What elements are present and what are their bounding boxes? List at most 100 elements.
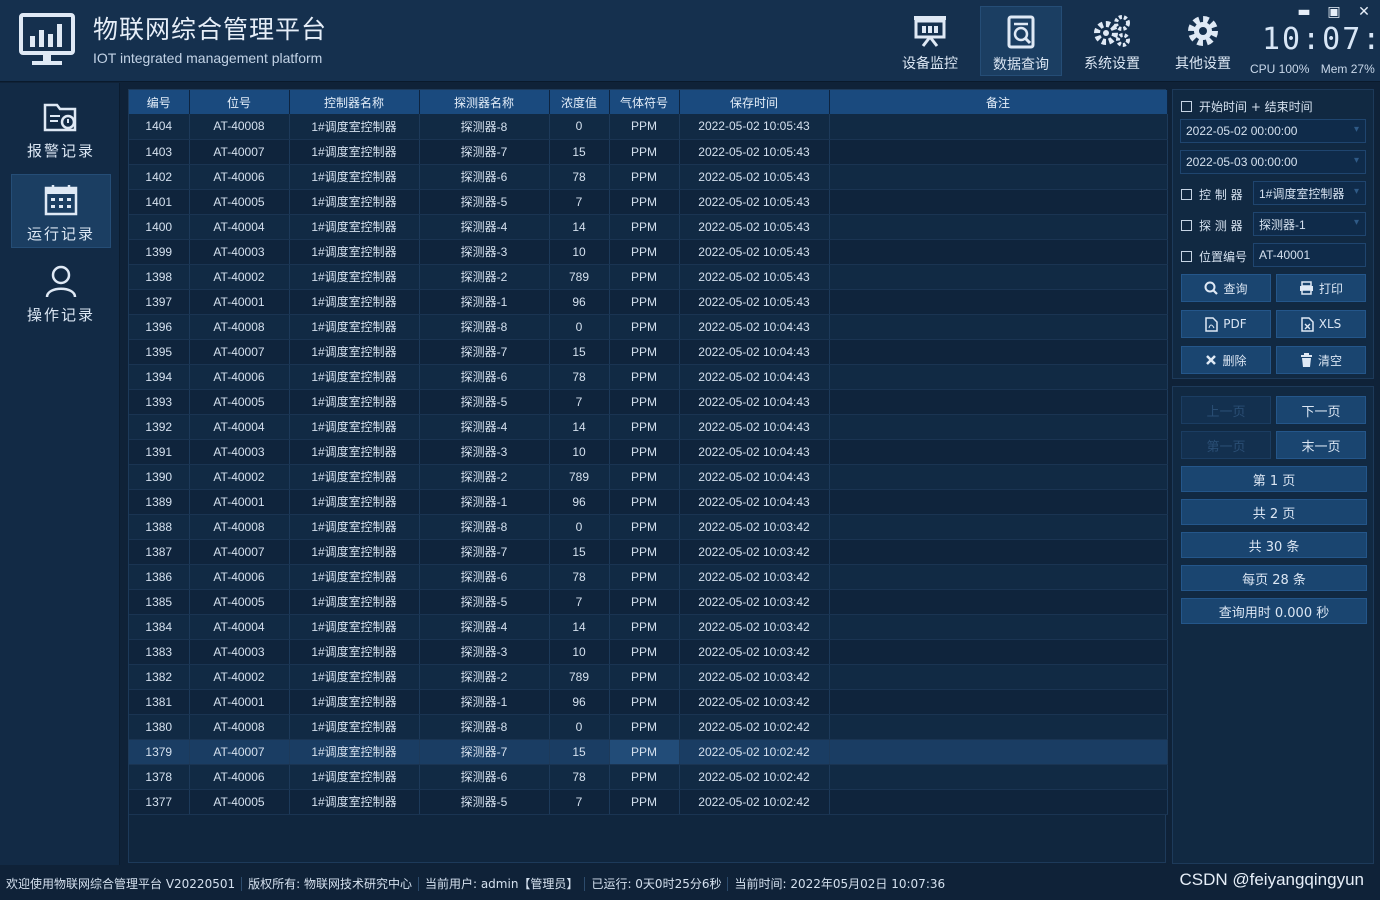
table-cell[interactable]: AT-40003 (189, 239, 290, 265)
table-row[interactable]: 1393 AT-40005 1#调度室控制器 探测器-5 7 PPM 2022-05-02 … (129, 389, 1168, 415)
nav-device-monitor[interactable]: 设备监控 (889, 6, 971, 76)
table-cell[interactable]: 1378 (129, 764, 190, 790)
table-cell[interactable]: PPM (609, 489, 680, 515)
table-cell[interactable]: AT-40005 (189, 789, 290, 815)
table-cell[interactable]: 1#调度室控制器 (289, 589, 420, 615)
table-cell[interactable]: 1#调度室控制器 (289, 489, 420, 515)
table-body[interactable]: 1404 AT-40008 1#调度室控制器 探测器-8 0 PPM 2022-05-02 … (129, 114, 1168, 815)
table-cell[interactable]: 2022-05-02 10:03:42 (679, 539, 830, 565)
table-cell[interactable]: 10 (549, 439, 610, 465)
table-cell[interactable]: 1404 (129, 114, 190, 140)
position-option[interactable]: 位置编号 (1181, 248, 1247, 265)
start-time-input[interactable]: 2022-05-02 00:00:00 ▾ (1180, 119, 1366, 143)
table-cell[interactable]: AT-40007 (189, 539, 290, 565)
table-cell[interactable]: 1#调度室控制器 (289, 414, 420, 440)
table-cell[interactable]: 2022-05-02 10:04:43 (679, 364, 830, 390)
table-cell[interactable] (829, 389, 1168, 415)
table-cell[interactable]: 15 (549, 539, 610, 565)
table-cell[interactable]: 14 (549, 414, 610, 440)
table-cell[interactable]: 7 (549, 789, 610, 815)
table-row[interactable]: 1383 AT-40003 1#调度室控制器 探测器-3 10 PPM 2022-05-02… (129, 639, 1168, 665)
table-cell[interactable] (829, 189, 1168, 215)
delete-button[interactable]: 删除 (1181, 346, 1271, 374)
table-row[interactable]: 1389 AT-40001 1#调度室控制器 探测器-1 96 PPM 2022-05-02… (129, 489, 1168, 515)
table-cell[interactable]: PPM (609, 439, 680, 465)
table-cell[interactable] (829, 689, 1168, 715)
table-cell[interactable]: AT-40006 (189, 764, 290, 790)
table-cell[interactable]: 2022-05-02 10:05:43 (679, 264, 830, 290)
table-cell[interactable]: PPM (609, 189, 680, 215)
table-cell[interactable]: 探测器-6 (419, 564, 550, 590)
table-cell[interactable]: AT-40002 (189, 464, 290, 490)
table-cell[interactable]: 96 (549, 289, 610, 315)
table-cell[interactable]: 1383 (129, 639, 190, 665)
table-cell[interactable]: 2022-05-02 10:05:43 (679, 114, 830, 140)
table-cell[interactable] (829, 339, 1168, 365)
table-cell[interactable]: 2022-05-02 10:03:42 (679, 589, 830, 615)
last-page-button[interactable]: 末一页 (1276, 431, 1366, 459)
table-cell[interactable]: PPM (609, 364, 680, 390)
table-cell[interactable]: 探测器-4 (419, 614, 550, 640)
table-cell[interactable]: 探测器-4 (419, 214, 550, 240)
table-cell[interactable]: AT-40007 (189, 739, 290, 765)
table-cell[interactable]: 1#调度室控制器 (289, 389, 420, 415)
table-cell[interactable]: 1382 (129, 664, 190, 690)
next-page-button[interactable]: 下一页 (1276, 396, 1366, 424)
table-cell[interactable] (829, 114, 1168, 140)
table-cell[interactable]: 探测器-7 (419, 139, 550, 165)
table-cell[interactable]: 探测器-3 (419, 239, 550, 265)
table-cell[interactable]: 2022-05-02 10:03:42 (679, 689, 830, 715)
table-cell[interactable]: 1#调度室控制器 (289, 439, 420, 465)
table-row[interactable]: 1388 AT-40008 1#调度室控制器 探测器-8 0 PPM 2022-05-02 … (129, 514, 1168, 540)
table-cell[interactable] (829, 789, 1168, 815)
table-cell[interactable]: AT-40002 (189, 264, 290, 290)
sidebar-item-operation-records[interactable]: 操作记录 (11, 256, 111, 330)
column-header[interactable]: 探测器名称 (419, 90, 550, 114)
table-row[interactable]: 1398 AT-40002 1#调度室控制器 探测器-2 789 PPM 2022-05-0… (129, 264, 1168, 290)
table-cell[interactable]: 1#调度室控制器 (289, 714, 420, 740)
table-cell[interactable]: 1#调度室控制器 (289, 164, 420, 190)
table-cell[interactable]: 1394 (129, 364, 190, 390)
table-row[interactable]: 1397 AT-40001 1#调度室控制器 探测器-1 96 PPM 2022-05-02… (129, 289, 1168, 315)
table-cell[interactable]: PPM (609, 714, 680, 740)
table-cell[interactable]: 探测器-2 (419, 264, 550, 290)
table-cell[interactable]: 1#调度室控制器 (289, 539, 420, 565)
table-cell[interactable]: 2022-05-02 10:04:43 (679, 389, 830, 415)
table-cell[interactable]: 1#调度室控制器 (289, 564, 420, 590)
table-cell[interactable]: 1#调度室控制器 (289, 214, 420, 240)
table-cell[interactable]: AT-40005 (189, 389, 290, 415)
table-cell[interactable]: 1403 (129, 139, 190, 165)
detector-option[interactable]: 探 测 器 (1181, 217, 1243, 234)
table-cell[interactable]: 0 (549, 114, 610, 140)
table-cell[interactable]: AT-40003 (189, 639, 290, 665)
table-row[interactable]: 1395 AT-40007 1#调度室控制器 探测器-7 15 PPM 2022-05-02… (129, 339, 1168, 365)
table-cell[interactable]: 1#调度室控制器 (289, 689, 420, 715)
table-cell[interactable] (829, 239, 1168, 265)
table-row[interactable]: 1394 AT-40006 1#调度室控制器 探测器-6 78 PPM 2022-05-02… (129, 364, 1168, 390)
table-cell[interactable]: 1#调度室控制器 (289, 114, 420, 140)
table-cell[interactable]: AT-40008 (189, 314, 290, 340)
table-cell[interactable]: 1400 (129, 214, 190, 240)
table-cell[interactable]: AT-40001 (189, 689, 290, 715)
table-cell[interactable] (829, 564, 1168, 590)
table-cell[interactable]: 2022-05-02 10:05:43 (679, 214, 830, 240)
table-cell[interactable]: PPM (609, 214, 680, 240)
table-cell[interactable]: PPM (609, 664, 680, 690)
table-cell[interactable]: AT-40005 (189, 589, 290, 615)
table-cell[interactable]: 1388 (129, 514, 190, 540)
table-cell[interactable]: AT-40001 (189, 289, 290, 315)
query-button[interactable]: 查询 (1181, 274, 1271, 302)
table-row[interactable]: 1378 AT-40006 1#调度室控制器 探测器-6 78 PPM 2022-05-02… (129, 764, 1168, 790)
table-cell[interactable]: 探测器-6 (419, 764, 550, 790)
column-header[interactable]: 位号 (189, 90, 290, 114)
table-cell[interactable] (829, 639, 1168, 665)
table-cell[interactable]: PPM (609, 764, 680, 790)
table-cell[interactable]: 1384 (129, 614, 190, 640)
table-cell[interactable]: 96 (549, 689, 610, 715)
table-cell[interactable]: PPM (609, 264, 680, 290)
table-cell[interactable] (829, 664, 1168, 690)
table-cell[interactable]: AT-40007 (189, 339, 290, 365)
maximize-button[interactable]: ▣ (1325, 4, 1343, 20)
table-cell[interactable]: 2022-05-02 10:03:42 (679, 564, 830, 590)
table-cell[interactable]: AT-40001 (189, 489, 290, 515)
